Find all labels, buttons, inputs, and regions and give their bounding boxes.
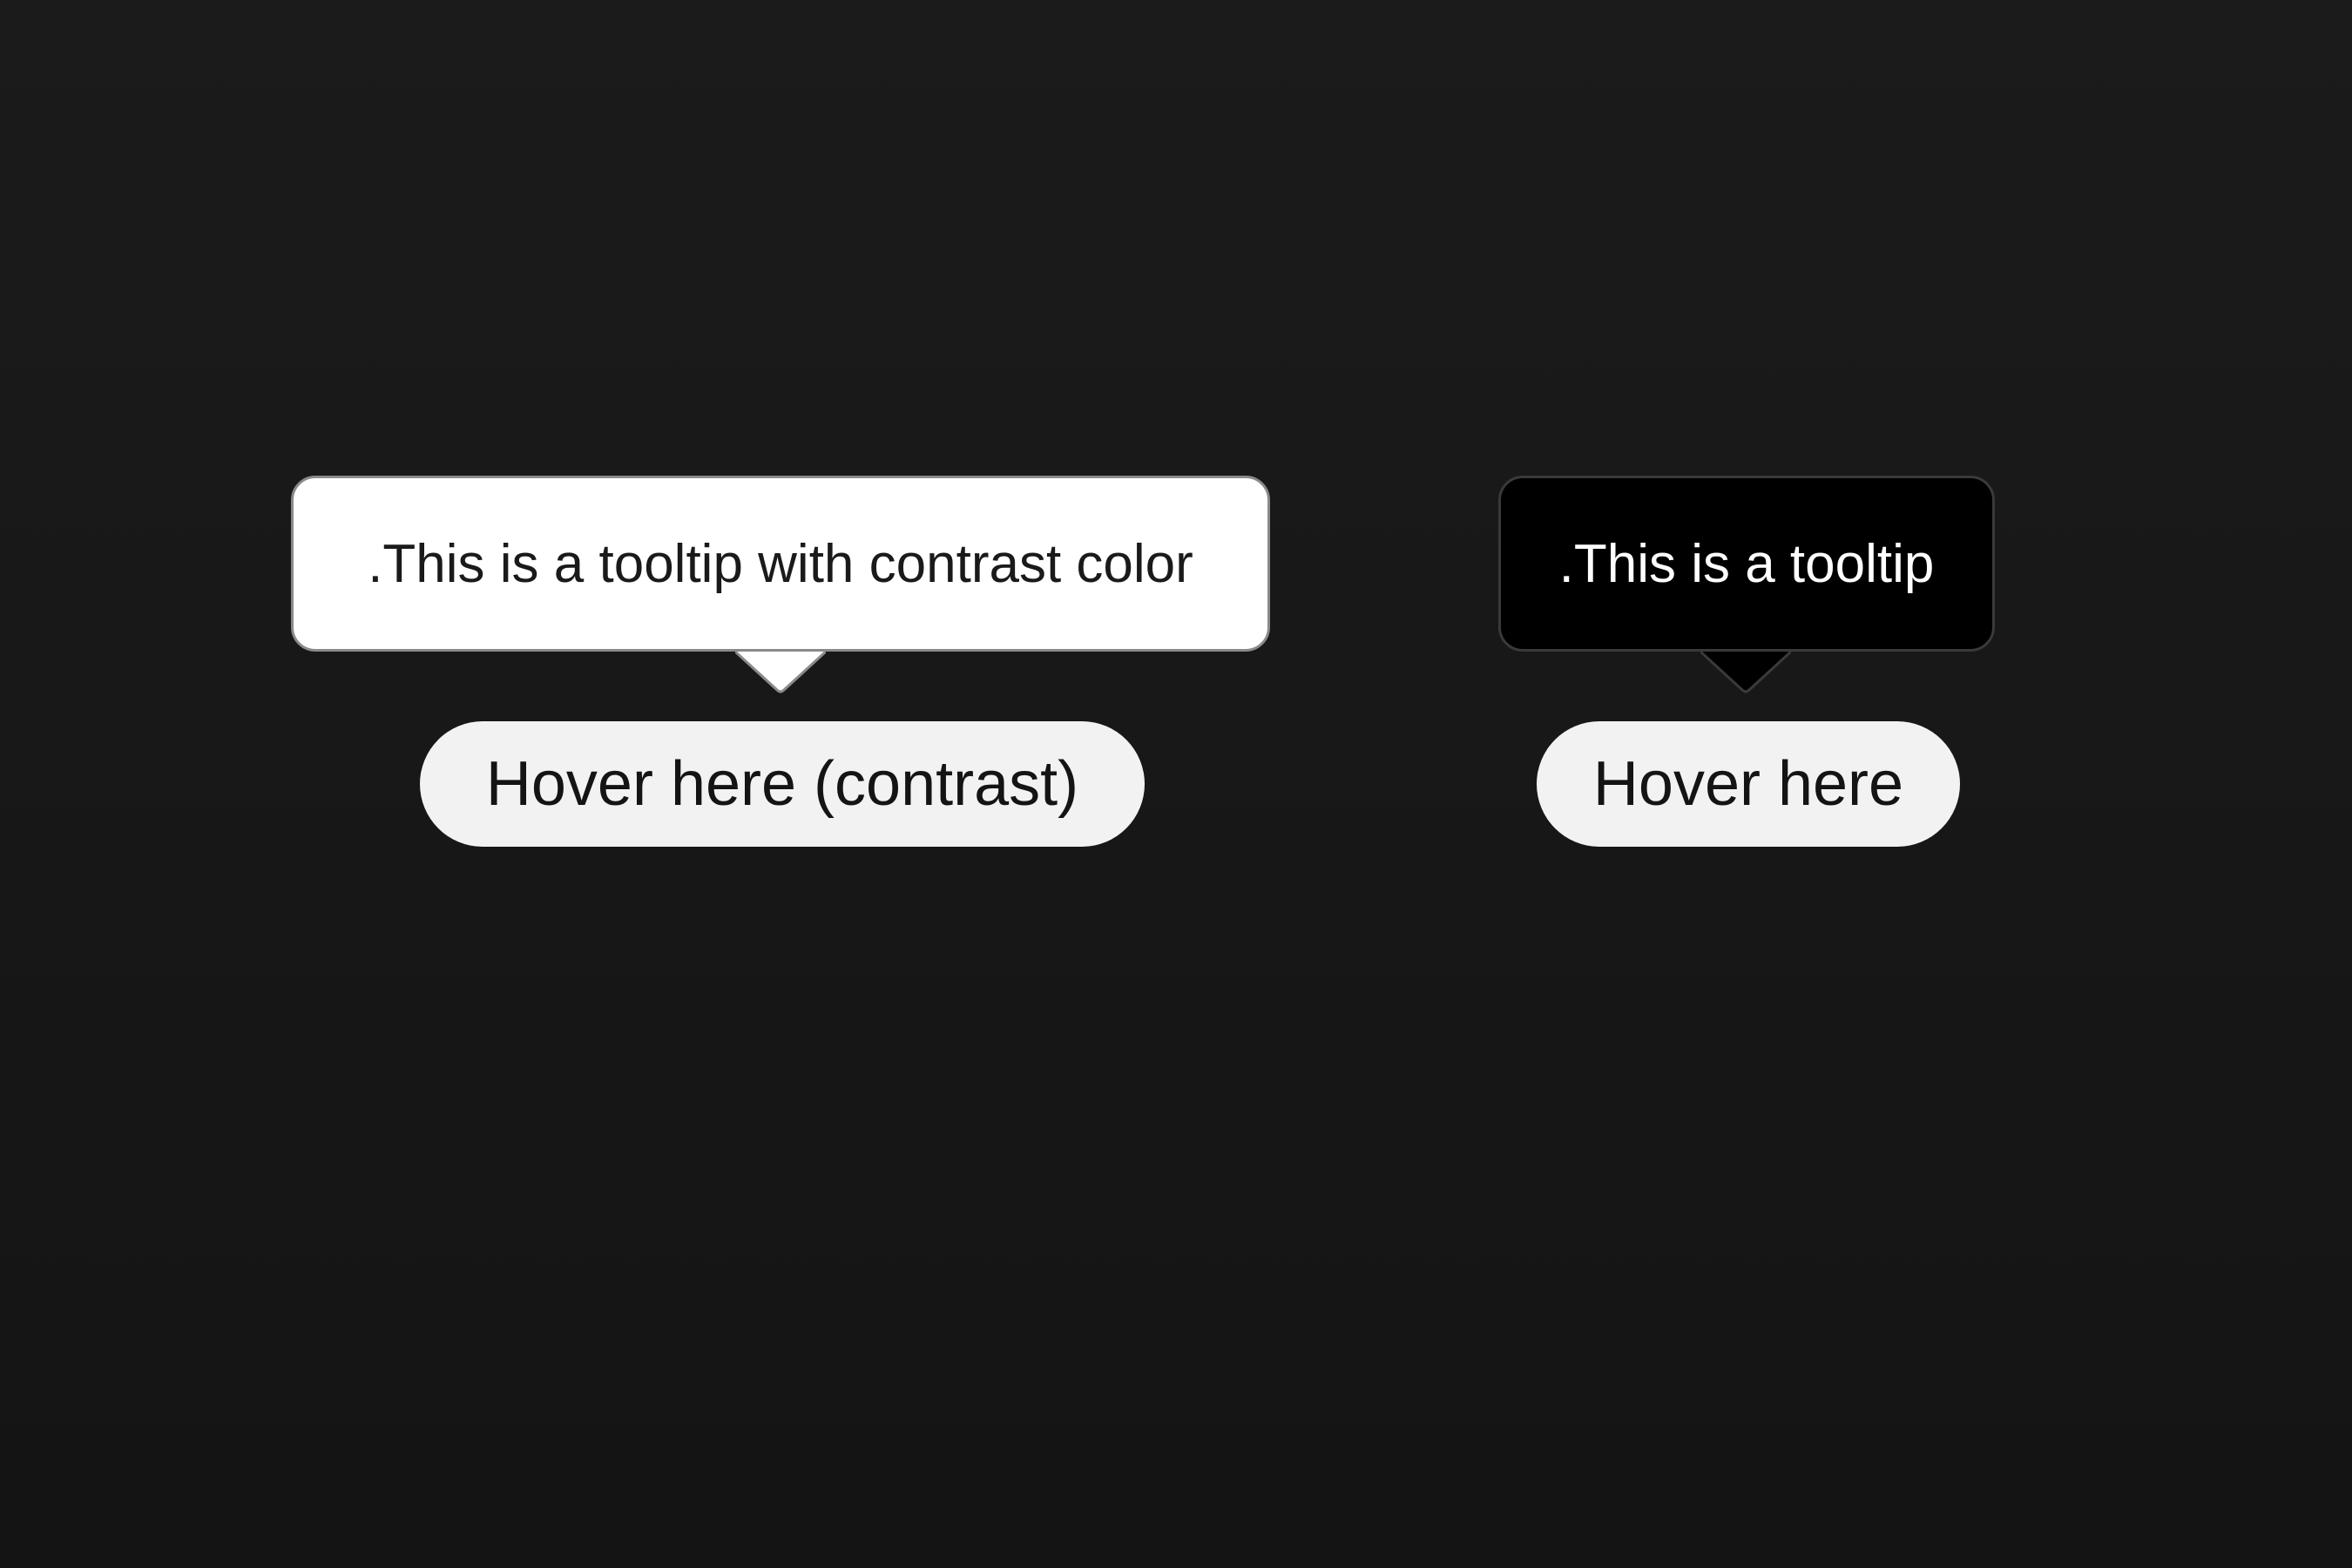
tooltip-default: .This is a tooltip xyxy=(1498,476,1995,652)
tooltip-default-arrow xyxy=(1700,652,1791,695)
tooltip-contrast-text: .This is a tooltip with contrast color xyxy=(368,533,1193,594)
tooltip-contrast: .This is a tooltip with contrast color xyxy=(291,476,1270,652)
tooltip-contrast-arrow xyxy=(735,652,826,695)
tooltip-default-text: .This is a tooltip xyxy=(1558,533,1935,594)
canvas: .This is a tooltip with contrast color H… xyxy=(0,0,2352,1568)
hover-contrast-button[interactable]: Hover here (contrast) xyxy=(420,721,1145,847)
hover-button[interactable]: Hover here xyxy=(1537,721,1960,847)
